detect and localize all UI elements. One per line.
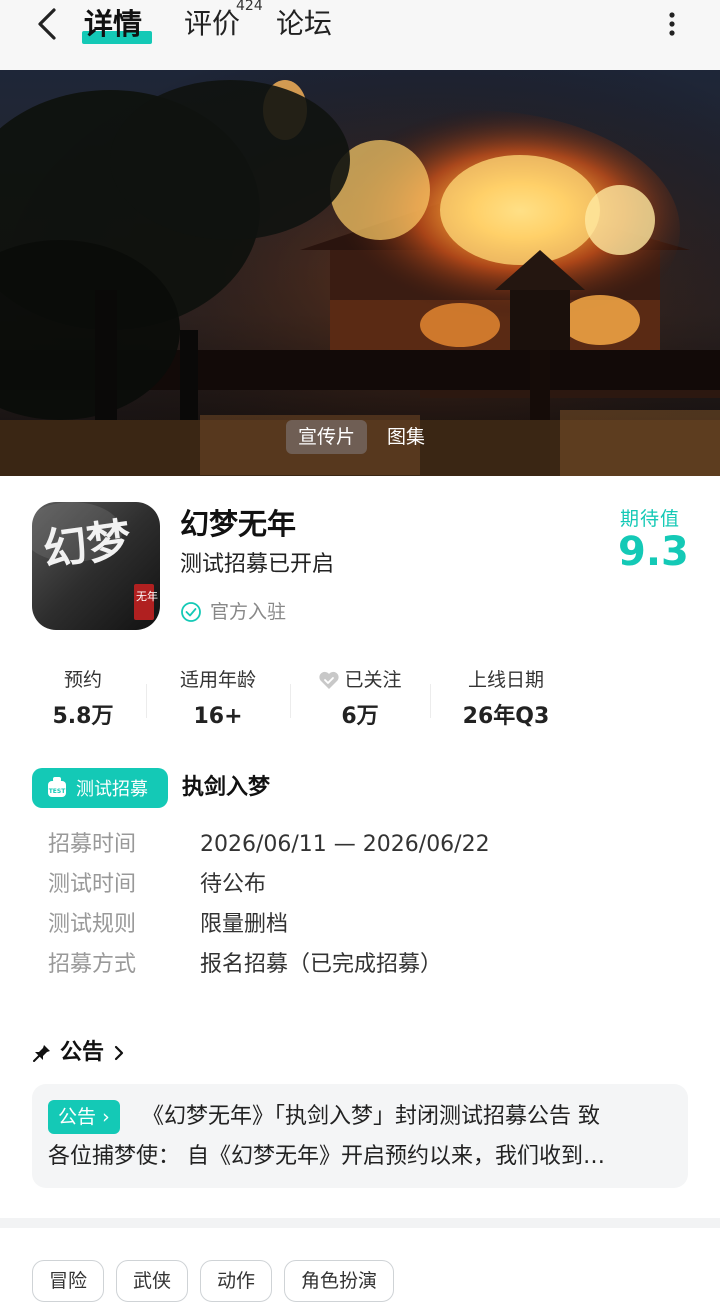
recruit-detail-value: 2026/06/11 — 2026/06/22: [200, 832, 490, 857]
genre-tag[interactable]: 角色扮演: [284, 1260, 395, 1302]
notice-tag: 公告 ›: [48, 1100, 120, 1134]
official-badge: 官方入驻: [180, 598, 286, 626]
heart-check-icon: [319, 671, 340, 689]
notice-text-line1: 《幻梦无年》「执剑入梦」封闭测试招募公告 致: [142, 1104, 600, 1129]
test-recruit-icon: TEST: [48, 777, 67, 797]
tab-forum[interactable]: 论坛: [276, 4, 332, 44]
back-arrow-icon[interactable]: [30, 6, 66, 42]
stat-reservations: 预约 5.8万: [46, 666, 120, 734]
expectation-score: 9.3: [618, 529, 689, 575]
stat-value: 16+: [193, 704, 243, 729]
svg-text:TEST: TEST: [49, 788, 67, 795]
recruit-detail-value: 报名招募（已完成招募）: [200, 952, 443, 977]
recruit-detail-value: 待公布: [200, 872, 267, 897]
hero-tab-gallery[interactable]: 图集: [375, 420, 437, 454]
hero-media[interactable]: 宣传片 图集: [0, 70, 720, 476]
recruit-detail-key: 招募时间: [48, 832, 137, 857]
game-logo: 幻梦 无年: [32, 502, 160, 630]
recruit-detail-key: 招募方式: [48, 952, 137, 977]
hero-artwork: [0, 70, 720, 476]
more-options-icon[interactable]: [662, 6, 682, 42]
stat-label: 预约: [63, 669, 102, 691]
hero-media-tabs: 宣传片 图集: [286, 420, 437, 454]
recruit-detail-value: 限量删档: [200, 912, 289, 937]
reviews-count: 424: [236, 0, 263, 14]
top-nav-bar: 详情 评价 424 论坛: [0, 0, 720, 70]
stat-value: 6万: [341, 704, 379, 729]
official-label: 官方入驻: [210, 601, 287, 623]
pin-icon: [33, 1045, 50, 1062]
logo-text-small: 无年: [136, 589, 158, 603]
test-recruit-badge: TEST 测试招募: [32, 768, 168, 808]
tab-reviews[interactable]: 评价: [184, 4, 240, 44]
chevron-right-icon: [114, 1045, 124, 1061]
notice-section-header[interactable]: 公告: [32, 1036, 126, 1070]
test-recruit-label: 测试招募: [76, 779, 148, 800]
stat-value: 5.8万: [52, 704, 114, 729]
notice-heading: 公告: [60, 1040, 105, 1065]
verified-check-icon: [181, 602, 201, 622]
game-app-icon: 幻梦 无年: [32, 502, 160, 630]
recruit-detail-key: 测试时间: [48, 872, 137, 897]
notice-card[interactable]: 公告 › 《幻梦无年》「执剑入梦」封闭测试招募公告 致 各位捕梦使： 自《幻梦无…: [32, 1084, 688, 1188]
stat-label: 适用年龄: [179, 669, 256, 691]
game-subtitle: 测试招募已开启: [180, 552, 335, 577]
stat-divider: [430, 684, 431, 718]
tab-details[interactable]: 详情: [84, 4, 142, 44]
genre-tag[interactable]: 武侠: [116, 1260, 189, 1302]
genre-tag[interactable]: 冒险: [32, 1260, 105, 1302]
genre-tag[interactable]: 动作: [200, 1260, 273, 1302]
recruit-detail-key: 测试规则: [48, 912, 137, 937]
stat-age-rating: 适用年龄 16+: [170, 666, 266, 734]
game-title: 幻梦无年: [180, 507, 297, 541]
hero-tab-trailer[interactable]: 宣传片: [286, 420, 368, 454]
section-divider: [0, 1218, 720, 1228]
recruit-title: 执剑入梦: [182, 775, 271, 800]
stat-divider: [290, 684, 291, 718]
chevron-right-icon: ›: [102, 1106, 110, 1128]
stat-followers[interactable]: 已关注 6万: [312, 666, 408, 734]
notice-text-line2: 各位捕梦使： 自《幻梦无年》开启预约以来，我们收到…: [48, 1144, 605, 1169]
genre-tags: 冒险 武侠 动作 角色扮演: [32, 1260, 395, 1302]
stat-release-date: 上线日期 26年Q3: [456, 666, 556, 734]
stat-label: 已关注: [344, 669, 402, 691]
stat-value: 26年Q3: [462, 704, 550, 729]
stat-label: 上线日期: [467, 669, 544, 691]
stat-divider: [146, 684, 147, 718]
